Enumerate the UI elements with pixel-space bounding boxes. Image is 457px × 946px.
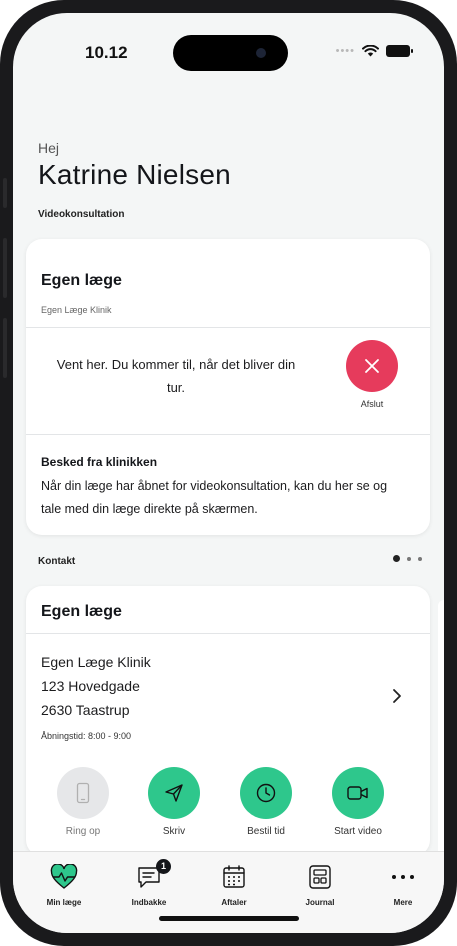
calendar-icon bbox=[223, 865, 245, 888]
opening-hours: Åbningstid: 8:00 - 9:00 bbox=[41, 731, 132, 741]
end-call-button[interactable] bbox=[346, 340, 398, 392]
tab-mere[interactable]: Mere bbox=[368, 862, 438, 907]
write-label: Skriv bbox=[162, 826, 186, 837]
tab-label: Journal bbox=[305, 898, 335, 907]
video-consultation-card: Egen læge Egen Læge Klinik Vent her. Du … bbox=[26, 239, 430, 535]
battery-icon bbox=[386, 45, 413, 57]
contact-card: Egen læge Egen Læge Klinik 123 Hovedgade… bbox=[26, 586, 430, 856]
book-action[interactable]: Bestil tid bbox=[226, 767, 306, 837]
end-call-label: Afslut bbox=[360, 399, 384, 409]
contact-card-title: Egen læge bbox=[41, 603, 122, 620]
divider bbox=[26, 633, 430, 634]
close-icon bbox=[365, 359, 379, 373]
journal-icon bbox=[309, 865, 331, 889]
book-label: Bestil tid bbox=[247, 826, 285, 837]
write-action[interactable]: Skriv bbox=[134, 767, 214, 837]
contact-pager[interactable] bbox=[393, 555, 422, 562]
user-name: Katrine Nielsen bbox=[38, 159, 231, 190]
tab-journal[interactable]: Journal bbox=[285, 862, 355, 907]
video-card-title: Egen læge bbox=[41, 272, 122, 289]
pager-dot[interactable] bbox=[418, 556, 422, 561]
phone-icon bbox=[76, 782, 90, 804]
dynamic-island bbox=[173, 35, 288, 71]
video-button[interactable] bbox=[332, 767, 384, 819]
tab-label: Mere bbox=[393, 898, 413, 907]
clinic-message-title: Besked fra klinikken bbox=[41, 455, 158, 469]
video-card-clinic: Egen Læge Klinik bbox=[41, 305, 112, 315]
clinic-name: Egen Læge Klinik bbox=[41, 654, 151, 670]
tab-label: Min læge bbox=[46, 898, 82, 907]
status-bar: 10.12 •••• bbox=[13, 13, 444, 83]
clinic-street: 123 Hovedgade bbox=[41, 678, 140, 694]
tab-aftaler[interactable]: Aftaler bbox=[199, 862, 269, 907]
tab-indbakke[interactable]: 1 Indbakke bbox=[114, 859, 184, 907]
pager-dot[interactable] bbox=[407, 556, 411, 561]
clinic-city: 2630 Taastrup bbox=[41, 702, 130, 718]
wifi-icon bbox=[362, 45, 379, 57]
write-button[interactable] bbox=[148, 767, 200, 819]
unread-badge: 1 bbox=[156, 859, 171, 874]
home-indicator[interactable] bbox=[159, 916, 299, 921]
tab-label: Indbakke bbox=[131, 898, 167, 907]
book-button[interactable] bbox=[240, 767, 292, 819]
divider bbox=[26, 327, 430, 328]
cellular-signal-icon: •••• bbox=[335, 45, 355, 57]
pager-dot[interactable] bbox=[393, 555, 400, 562]
status-time: 10.12 bbox=[85, 43, 128, 62]
call-label: Ring op bbox=[65, 826, 101, 837]
wait-message: Vent her. Du kommer til, når det bliver … bbox=[56, 357, 296, 395]
action-button bbox=[3, 178, 7, 208]
video-label: Start video bbox=[334, 826, 382, 837]
call-action[interactable]: Ring op bbox=[43, 767, 123, 837]
volume-up-button bbox=[3, 238, 7, 298]
video-section-label: Videokonsultation bbox=[38, 209, 125, 220]
clinic-message-body: Når din læge har åbnet for videokonsulta… bbox=[41, 479, 388, 516]
more-icon bbox=[392, 875, 414, 879]
video-action[interactable]: Start video bbox=[318, 767, 398, 837]
send-icon bbox=[165, 784, 183, 802]
app-screen: 10.12 •••• Hej Katrine Nielsen Videokons… bbox=[13, 13, 444, 933]
heart-pulse-icon bbox=[50, 864, 78, 889]
status-indicators: •••• bbox=[335, 45, 413, 57]
phone-frame: 10.12 •••• Hej Katrine Nielsen Videokons… bbox=[0, 0, 457, 946]
video-icon bbox=[347, 786, 368, 800]
clock-icon bbox=[256, 783, 276, 803]
greeting-text: Hej bbox=[38, 140, 60, 156]
chevron-right-icon[interactable] bbox=[392, 688, 402, 704]
next-contact-card[interactable] bbox=[438, 600, 444, 856]
tab-label: Aftaler bbox=[221, 898, 247, 907]
contact-section-label: Kontakt bbox=[38, 556, 76, 567]
tab-min-laege[interactable]: Min læge bbox=[29, 862, 99, 907]
volume-down-button bbox=[3, 318, 7, 378]
call-button[interactable] bbox=[57, 767, 109, 819]
divider bbox=[26, 434, 430, 435]
